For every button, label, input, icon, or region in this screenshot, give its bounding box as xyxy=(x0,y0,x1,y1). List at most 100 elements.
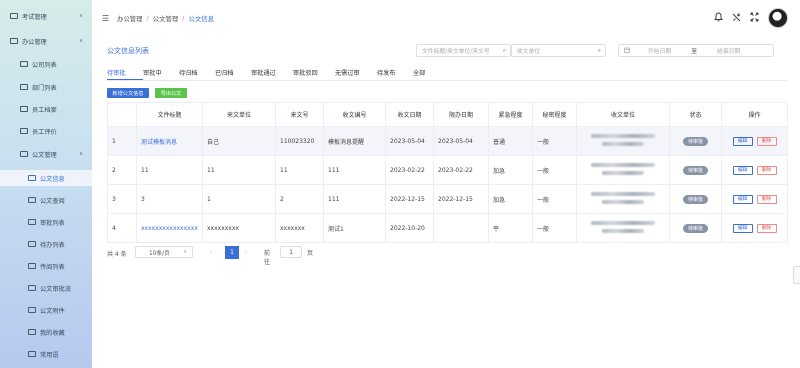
table-row[interactable]: 2 11 11 11 111 2023-02-22 2023-02-22 加急 … xyxy=(107,155,788,185)
sidebar-item-office[interactable]: 办公管理 ∧ xyxy=(0,33,92,49)
breadcrumb-separator: / xyxy=(182,14,185,22)
table-row[interactable]: 4 xxxxxxxxxxxxxxxx xxxxxxxxx xxxxxxx 测试1… xyxy=(107,213,788,243)
row-secrecy: 一般 xyxy=(532,213,577,243)
row-recv-no: 测试1 xyxy=(323,213,386,243)
sidebar-item-favorites[interactable]: 我的收藏 xyxy=(0,324,92,340)
menu-toggle-icon[interactable]: ☰ xyxy=(102,14,109,23)
calendar-icon xyxy=(624,47,630,55)
folder-icon xyxy=(20,106,28,112)
next-page-button[interactable]: › xyxy=(245,249,247,256)
row-title-link[interactable]: 测试模板消息 xyxy=(136,126,203,156)
column-header-secrecy: 秘密程度 xyxy=(532,102,577,127)
tab-archived[interactable]: 已归档 xyxy=(215,68,251,80)
add-document-button[interactable]: 新增公文信息 xyxy=(107,88,149,98)
row-limit-date: 2023-02-22 xyxy=(433,155,489,185)
status-badge: 待审批 xyxy=(682,136,708,146)
edit-button[interactable]: 编辑 xyxy=(732,165,753,175)
page-size-value: 10条/页 xyxy=(149,250,170,257)
date-range-picker[interactable]: 开始日期 至 结束日期 xyxy=(618,44,774,57)
row-from-unit: 1 xyxy=(202,184,276,214)
folder-icon xyxy=(28,219,36,225)
sidebar-item-exam[interactable]: 考试管理 ∨ xyxy=(0,8,92,24)
folder-icon xyxy=(20,84,28,90)
edit-button[interactable]: 编辑 xyxy=(732,194,753,204)
tab-in-approval[interactable]: 审批中 xyxy=(143,68,179,80)
sidebar-item-department-list[interactable]: 部门列表 xyxy=(0,79,92,95)
sidebar-item-document-info[interactable]: 公文信息 xyxy=(0,170,92,186)
folder-icon xyxy=(28,285,36,291)
total-count: 共 4 条 xyxy=(107,250,127,258)
tab-divider xyxy=(107,80,787,81)
edit-button[interactable]: 编辑 xyxy=(732,136,753,146)
folder-icon xyxy=(20,151,28,157)
row-recv-no: 模板消息提醒 xyxy=(323,126,386,156)
receiving-unit-placeholder: 收文单位 xyxy=(517,49,541,55)
search-icon[interactable]: ⌕ xyxy=(598,47,601,55)
sidebar-item-employee-files[interactable]: 员工档案 xyxy=(0,101,92,117)
sidebar-item-document-management[interactable]: 公文管理 ∧ xyxy=(0,146,92,162)
delete-button[interactable]: 删除 xyxy=(756,223,777,233)
folder-icon xyxy=(28,307,36,313)
table-row[interactable]: 3 3 1 2 111 2022-12-15 2022-12-15 加急 一般 … xyxy=(107,184,788,214)
row-from-unit: 自己 xyxy=(202,126,276,156)
row-title-link[interactable]: 11 xyxy=(136,155,203,185)
search-icon[interactable]: ⌕ xyxy=(503,47,506,55)
row-secrecy: 一般 xyxy=(532,126,577,156)
sidebar-item-company-list[interactable]: 公司列表 xyxy=(0,56,92,72)
receiving-unit-input[interactable]: 收文单位 ⌕ xyxy=(511,44,606,57)
sidebar-item-label: 审批列表 xyxy=(40,219,65,227)
page-size-select[interactable]: 10条/页 ∨ xyxy=(135,246,193,258)
end-date-field[interactable]: 结束日期 xyxy=(717,46,740,55)
sidebar-item-attachments[interactable]: 公文附件 xyxy=(0,302,92,318)
bell-icon[interactable] xyxy=(714,12,723,25)
start-date-field[interactable]: 开始日期 xyxy=(648,46,671,55)
sidebar-item-approval-list[interactable]: 审批列表 xyxy=(0,214,92,230)
delete-button[interactable]: 删除 xyxy=(756,165,777,175)
row-recv-no: 111 xyxy=(323,155,386,185)
page-number-current[interactable]: 1 xyxy=(225,246,239,259)
fullscreen-icon[interactable] xyxy=(750,12,759,25)
column-header-urgency: 紧急程度 xyxy=(488,102,533,127)
row-title-link[interactable]: 3 xyxy=(136,184,203,214)
tab-rejected[interactable]: 审批驳回 xyxy=(293,68,335,80)
delete-button[interactable]: 删除 xyxy=(756,194,777,204)
tab-pending-archive[interactable]: 待归档 xyxy=(179,68,215,80)
tab-all[interactable]: 全部 xyxy=(413,68,443,80)
document-list-panel: 公文信息列表 文件标题/来文单位/来文号 ⌕ 收文单位 ⌕ 开始日期 至 结束日… xyxy=(98,38,794,362)
prev-page-button[interactable]: ‹ xyxy=(210,249,212,256)
sidebar-item-phrases[interactable]: 常用语 xyxy=(0,346,92,362)
breadcrumb-item[interactable]: 公文管理 xyxy=(153,14,179,23)
row-index: 1 xyxy=(107,126,137,156)
side-drawer-handle[interactable] xyxy=(793,266,800,284)
date-range-separator: 至 xyxy=(691,49,698,55)
sidebar-item-approval-flow[interactable]: 公文审批流 xyxy=(0,280,92,296)
row-actions: 编辑 删除 xyxy=(721,184,788,214)
sidebar-item-employee-review[interactable]: 员工评价 xyxy=(0,123,92,139)
page-unit-label: 页 xyxy=(307,250,314,257)
tab-approved[interactable]: 审批通过 xyxy=(251,68,293,80)
row-title-link[interactable]: xxxxxxxxxxxxxxxx xyxy=(136,213,203,243)
row-limit-date: 2023-05-04 xyxy=(433,126,489,156)
sidebar-item-todo-list[interactable]: 待办列表 xyxy=(0,236,92,252)
goto-page-input[interactable]: 1 xyxy=(280,246,302,258)
tools-icon[interactable] xyxy=(732,12,741,25)
export-document-button[interactable]: 导出公文 xyxy=(155,88,187,98)
edit-button[interactable]: 编辑 xyxy=(732,223,753,233)
tab-no-review[interactable]: 无需过审 xyxy=(335,68,377,80)
sidebar-item-label: 公文审批流 xyxy=(40,285,71,293)
keyword-search-input[interactable]: 文件标题/来文单位/来文号 ⌕ xyxy=(416,44,511,57)
table-row[interactable]: 1 测试模板消息 自己 110023320 模板消息提醒 2023-05-04 … xyxy=(107,126,788,156)
avatar[interactable] xyxy=(768,8,788,28)
sidebar-item-label: 待办列表 xyxy=(40,241,65,249)
chevron-up-icon: ∧ xyxy=(79,151,83,157)
row-index: 2 xyxy=(107,155,137,185)
sidebar-item-circulation-list[interactable]: 传阅列表 xyxy=(0,258,92,274)
delete-button[interactable]: 删除 xyxy=(756,136,777,146)
folder-icon xyxy=(28,351,36,357)
tab-to-publish[interactable]: 待发布 xyxy=(377,68,413,80)
breadcrumb-item[interactable]: 办公管理 xyxy=(117,14,143,23)
breadcrumb: 办公管理 / 公文管理 / 公文信息 xyxy=(117,14,214,23)
row-actions: 编辑 删除 xyxy=(721,155,788,185)
sidebar-item-document-review[interactable]: 公文查阅 xyxy=(0,192,92,208)
tab-pending-approval[interactable]: 待审批 xyxy=(107,68,143,80)
